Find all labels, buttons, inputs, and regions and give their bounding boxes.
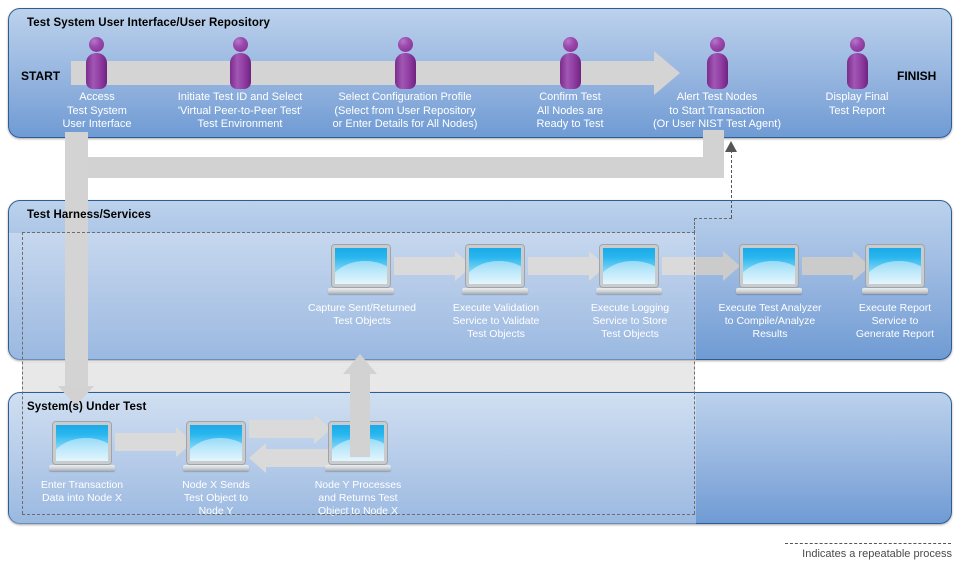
laptop-screen-icon [740, 245, 798, 287]
repeatable-feedback-arrowhead-icon [725, 141, 737, 152]
node-label-capture-objects: Capture Sent/Returned Test Objects [308, 302, 416, 327]
panel-test-system-ui: Test System User Interface/User Reposito… [8, 8, 952, 138]
flow-arrow-nodex-to-nodey [249, 414, 331, 444]
node-label-nodey-processes: Node Y Processes and Returns Test Object t… [314, 479, 402, 517]
laptop-icon [862, 245, 928, 294]
person-icon [227, 37, 253, 89]
laptop-base-icon [736, 288, 802, 294]
repeatable-outline-top [22, 232, 695, 233]
repeatable-outline-bottom [22, 514, 695, 515]
person-body-icon [229, 53, 251, 89]
person-head-icon [562, 37, 578, 52]
laptop-icon [596, 245, 662, 294]
laptop-base-icon [862, 288, 928, 294]
person-head-icon [849, 37, 865, 52]
connector-left-spine-overlay [65, 132, 88, 392]
flow-arrow-logging-to-analyzer [662, 251, 740, 281]
laptop-base-icon [325, 465, 391, 471]
person-body-icon [706, 53, 728, 89]
person-icon [844, 37, 870, 89]
flow-arrow-shaft [394, 257, 455, 275]
flow-arrow-shaft [266, 449, 331, 467]
laptop-screen-icon [53, 422, 111, 464]
repeatable-feedback-arrow-shaft [731, 150, 732, 218]
step-label-select-config-profile: Select Configuration Profile (Select from… [332, 91, 478, 130]
laptop-screen-icon [187, 422, 245, 464]
node-label-enter-transaction: Enter Transaction Data into Node X [40, 479, 124, 504]
panel-test-harness-services: Test Harness/Services Capture Sent/Retur… [8, 200, 952, 360]
person-head-icon [232, 37, 248, 52]
person-body-icon [394, 53, 416, 89]
repeatable-outline-riser-top [694, 218, 732, 219]
laptop-icon [183, 422, 249, 471]
laptop-icon [462, 245, 528, 294]
person-body-icon [846, 53, 868, 89]
connector-up-shaft [350, 372, 370, 457]
repeatable-outline-right [694, 232, 695, 514]
laptop-base-icon [596, 288, 662, 294]
person-icon [557, 37, 583, 89]
laptop-base-icon [462, 288, 528, 294]
laptop-screen-icon [332, 245, 390, 287]
panel-title-test-system-ui: Test System User Interface/User Reposito… [27, 17, 271, 29]
laptop-base-icon [49, 465, 115, 471]
flow-arrow-capture-to-validation [394, 251, 472, 281]
connector-up-arrowhead [343, 354, 377, 374]
step-label-display-final-report: Display Final Test Report [825, 91, 889, 117]
laptop-icon [328, 245, 394, 294]
person-body-icon [559, 53, 581, 89]
person-head-icon [709, 37, 725, 52]
flow-arrow-shaft [528, 257, 589, 275]
legend-label: Indicates a repeatable process [802, 548, 952, 560]
flow-arrow-shaft [249, 420, 314, 438]
flow-arrow-nodey-to-nodex [249, 443, 331, 473]
flow-arrow-shaft [662, 257, 723, 275]
laptop-screen-icon [866, 245, 924, 287]
person-head-icon [397, 37, 413, 52]
person-icon [392, 37, 418, 89]
repeatable-outline-left [22, 232, 23, 514]
person-body-icon [85, 53, 107, 89]
laptop-icon [49, 422, 115, 471]
legend-dash-sample [785, 543, 951, 544]
node-label-report-service: Execute Report Service to Generate Report [855, 302, 935, 340]
person-head-icon [88, 37, 104, 52]
laptop-screen-icon [600, 245, 658, 287]
laptop-screen-icon [466, 245, 524, 287]
panel-title-systems-under-test: System(s) Under Test [27, 401, 147, 413]
node-label-validation-service: Execute Validation Service to Validate Tes… [452, 302, 540, 340]
person-icon [704, 37, 730, 89]
laptop-icon [736, 245, 802, 294]
flow-arrow-analyzer-to-report [802, 251, 870, 281]
flow-arrow-enter-to-nodex [115, 427, 193, 457]
flow-arrow-shaft [802, 257, 853, 275]
laptop-base-icon [328, 288, 394, 294]
node-label-logging-service: Execute Logging Service to Store Test Obje… [590, 302, 670, 340]
start-marker: START [21, 69, 61, 83]
connector-horizontal-return [65, 157, 724, 178]
flow-arrow-shaft [115, 433, 176, 451]
step-label-alert-test-nodes: Alert Test Nodes to Start Transaction (Or … [653, 91, 781, 130]
flow-arrow-validation-to-logging [528, 251, 606, 281]
repeatable-outline-riser-left [694, 218, 695, 233]
laptop-base-icon [183, 465, 249, 471]
person-icon [83, 37, 109, 89]
panel-systems-under-test: System(s) Under Test Enter Transaction Da… [8, 392, 952, 524]
diagram-canvas: Test System User Interface/User Reposito… [0, 0, 960, 567]
flow-arrow-head-icon [249, 443, 266, 473]
process-flow-band-arrowhead [654, 51, 680, 95]
finish-marker: FINISH [897, 69, 937, 83]
panel-title-test-harness-services: Test Harness/Services [27, 209, 151, 221]
node-label-nodex-sends: Node X Sends Test Object to Node Y [182, 479, 250, 517]
